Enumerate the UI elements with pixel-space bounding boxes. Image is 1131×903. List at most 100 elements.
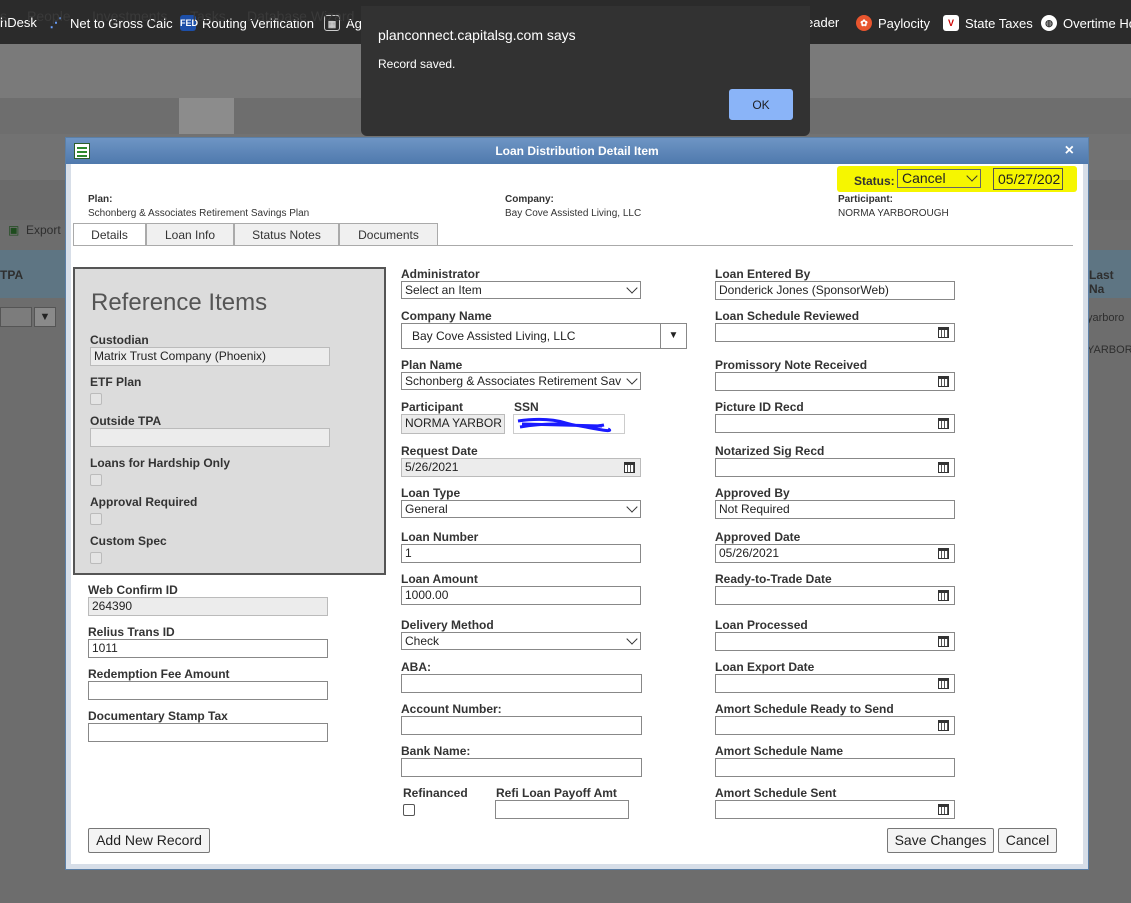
relius-field[interactable]: 1011	[88, 639, 328, 658]
company-value: Bay Cove Assisted Living, LLC	[505, 208, 642, 219]
reference-title: Reference Items	[91, 289, 268, 316]
tab-documents[interactable]: Documents	[339, 223, 438, 246]
calendar-icon[interactable]	[938, 327, 949, 338]
bg-tpa-header: TPA	[0, 268, 24, 282]
picture-id-label: Picture ID Recd	[715, 400, 804, 414]
bg-export-button[interactable]: Export	[26, 223, 61, 237]
custodian-field: Matrix Trust Company (Phoenix)	[90, 347, 330, 366]
nav-item-people[interactable]: People	[27, 8, 71, 24]
dropdown-triangle-icon[interactable]: ▼	[660, 324, 686, 348]
tab-status-notes[interactable]: Status Notes	[234, 223, 339, 246]
account-number-field[interactable]	[401, 716, 642, 735]
plan-value: Schonberg & Associates Retirement Saving…	[88, 208, 310, 219]
outside-tpa-label: Outside TPA	[90, 414, 162, 428]
amort-ready-field[interactable]	[715, 716, 955, 735]
tab-details[interactable]: Details	[73, 223, 146, 246]
etf-plan-checkbox	[90, 393, 102, 405]
calendar-icon[interactable]	[938, 462, 949, 473]
aba-field[interactable]	[401, 674, 642, 693]
approved-by-field[interactable]: Not Required	[715, 500, 955, 519]
plan-name-value: Schonberg & Associates Retirement Sav	[405, 374, 622, 388]
loan-amount-field[interactable]: 1000.00	[401, 586, 641, 605]
bookmark-reader[interactable]: eader	[806, 15, 839, 30]
calendar-icon	[624, 462, 635, 473]
bank-name-field[interactable]	[401, 758, 642, 777]
alert-host: planconnect.capitalsg.com says	[378, 27, 576, 43]
account-number-label: Account Number:	[401, 702, 502, 716]
administrator-value: Select an Item	[405, 283, 482, 297]
loan-type-select[interactable]: General	[401, 500, 641, 518]
amort-sent-field[interactable]	[715, 800, 955, 819]
loan-processed-field[interactable]	[715, 632, 955, 651]
loan-type-value: General	[405, 502, 448, 516]
alert-ok-button[interactable]: OK	[729, 89, 793, 120]
filter-icon[interactable]: ▼	[34, 307, 56, 327]
administrator-select[interactable]: Select an Item	[401, 281, 641, 299]
reference-items-panel: Reference Items Custodian Matrix Trust C…	[73, 267, 386, 575]
chevron-down-icon	[626, 373, 638, 385]
promissory-field[interactable]	[715, 372, 955, 391]
stamp-tax-field[interactable]	[88, 723, 328, 742]
ready-trade-field[interactable]	[715, 586, 955, 605]
status-label: Status:	[854, 174, 895, 188]
refinanced-checkbox[interactable]	[403, 804, 415, 816]
calendar-icon[interactable]	[938, 636, 949, 647]
add-new-record-button[interactable]: Add New Record	[88, 828, 210, 853]
redemption-fee-field[interactable]	[88, 681, 328, 700]
bookmark-overtime[interactable]: ◍ Overtime Ho	[1041, 15, 1131, 31]
v-icon: V	[943, 15, 959, 31]
administrator-label: Administrator	[401, 267, 480, 281]
status-select[interactable]: Cancel	[897, 169, 981, 188]
picture-id-field[interactable]	[715, 414, 955, 433]
loan-number-field[interactable]: 1	[401, 544, 641, 563]
approved-date-value: 05/26/2021	[719, 546, 780, 560]
excel-icon: ▣	[8, 223, 20, 237]
amort-name-field[interactable]	[715, 758, 955, 777]
bookmark-label: Paylocity	[878, 15, 931, 31]
bg-filter-input[interactable]	[0, 307, 32, 327]
company-name-combo[interactable]: Bay Cove Assisted Living, LLC ▼	[401, 323, 687, 349]
bg-cell: yarboro	[1087, 312, 1125, 324]
export-date-field[interactable]	[715, 674, 955, 693]
nav-item-investments[interactable]: Investments	[92, 8, 167, 24]
request-date-field: 5/26/2021	[401, 458, 641, 477]
participant-value: NORMA YARBOROUGH	[838, 208, 949, 219]
delivery-method-select[interactable]: Check	[401, 632, 641, 650]
loan-entered-by-label: Loan Entered By	[715, 267, 811, 281]
etf-plan-label: ETF Plan	[90, 375, 142, 389]
loan-entered-by-field[interactable]: Donderick Jones (SponsorWeb)	[715, 281, 955, 300]
company-name-label: Company Name	[401, 309, 492, 323]
dialog-body: Plan: Schonberg & Associates Retirement …	[71, 164, 1083, 864]
nav-item-tasks[interactable]: Tasks	[190, 8, 226, 24]
tab-loan-info[interactable]: Loan Info	[146, 223, 234, 246]
dialog-title: Loan Distribution Detail Item	[495, 144, 659, 158]
calendar-icon[interactable]	[938, 418, 949, 429]
calendar-icon[interactable]	[938, 804, 949, 815]
schedule-reviewed-field[interactable]	[715, 323, 955, 342]
calendar-icon[interactable]	[938, 376, 949, 387]
alert-message: Record saved.	[378, 57, 456, 71]
approved-date-field[interactable]: 05/26/2021	[715, 544, 955, 563]
calendar-icon[interactable]	[938, 720, 949, 731]
calendar-icon[interactable]	[938, 548, 949, 559]
chevron-down-icon	[966, 170, 978, 182]
custodian-label: Custodian	[90, 333, 149, 347]
calendar-icon[interactable]	[938, 590, 949, 601]
plan-name-select[interactable]: Schonberg & Associates Retirement Sav	[401, 372, 641, 390]
nav-item-database-wizard[interactable]: Database Wizard	[247, 8, 354, 24]
cancel-button[interactable]: Cancel	[998, 828, 1057, 853]
ssn-field[interactable]	[513, 414, 625, 434]
calendar-icon[interactable]	[938, 678, 949, 689]
stamp-tax-label: Documentary Stamp Tax	[88, 709, 228, 723]
bookmark-state-taxes[interactable]: V State Taxes	[943, 15, 1033, 31]
notarized-field[interactable]	[715, 458, 955, 477]
ready-trade-label: Ready-to-Trade Date	[715, 572, 832, 586]
save-changes-button[interactable]: Save Changes	[887, 828, 994, 853]
redaction-scribble	[517, 417, 612, 433]
delivery-method-label: Delivery Method	[401, 618, 494, 632]
nav-item-truncated[interactable]: s	[0, 8, 7, 24]
status-date-input[interactable]: 05/27/202	[993, 168, 1063, 190]
bookmark-paylocity[interactable]: ✿ Paylocity	[856, 15, 930, 31]
close-icon[interactable]: ×	[1065, 142, 1074, 160]
refi-payoff-field[interactable]	[495, 800, 629, 819]
